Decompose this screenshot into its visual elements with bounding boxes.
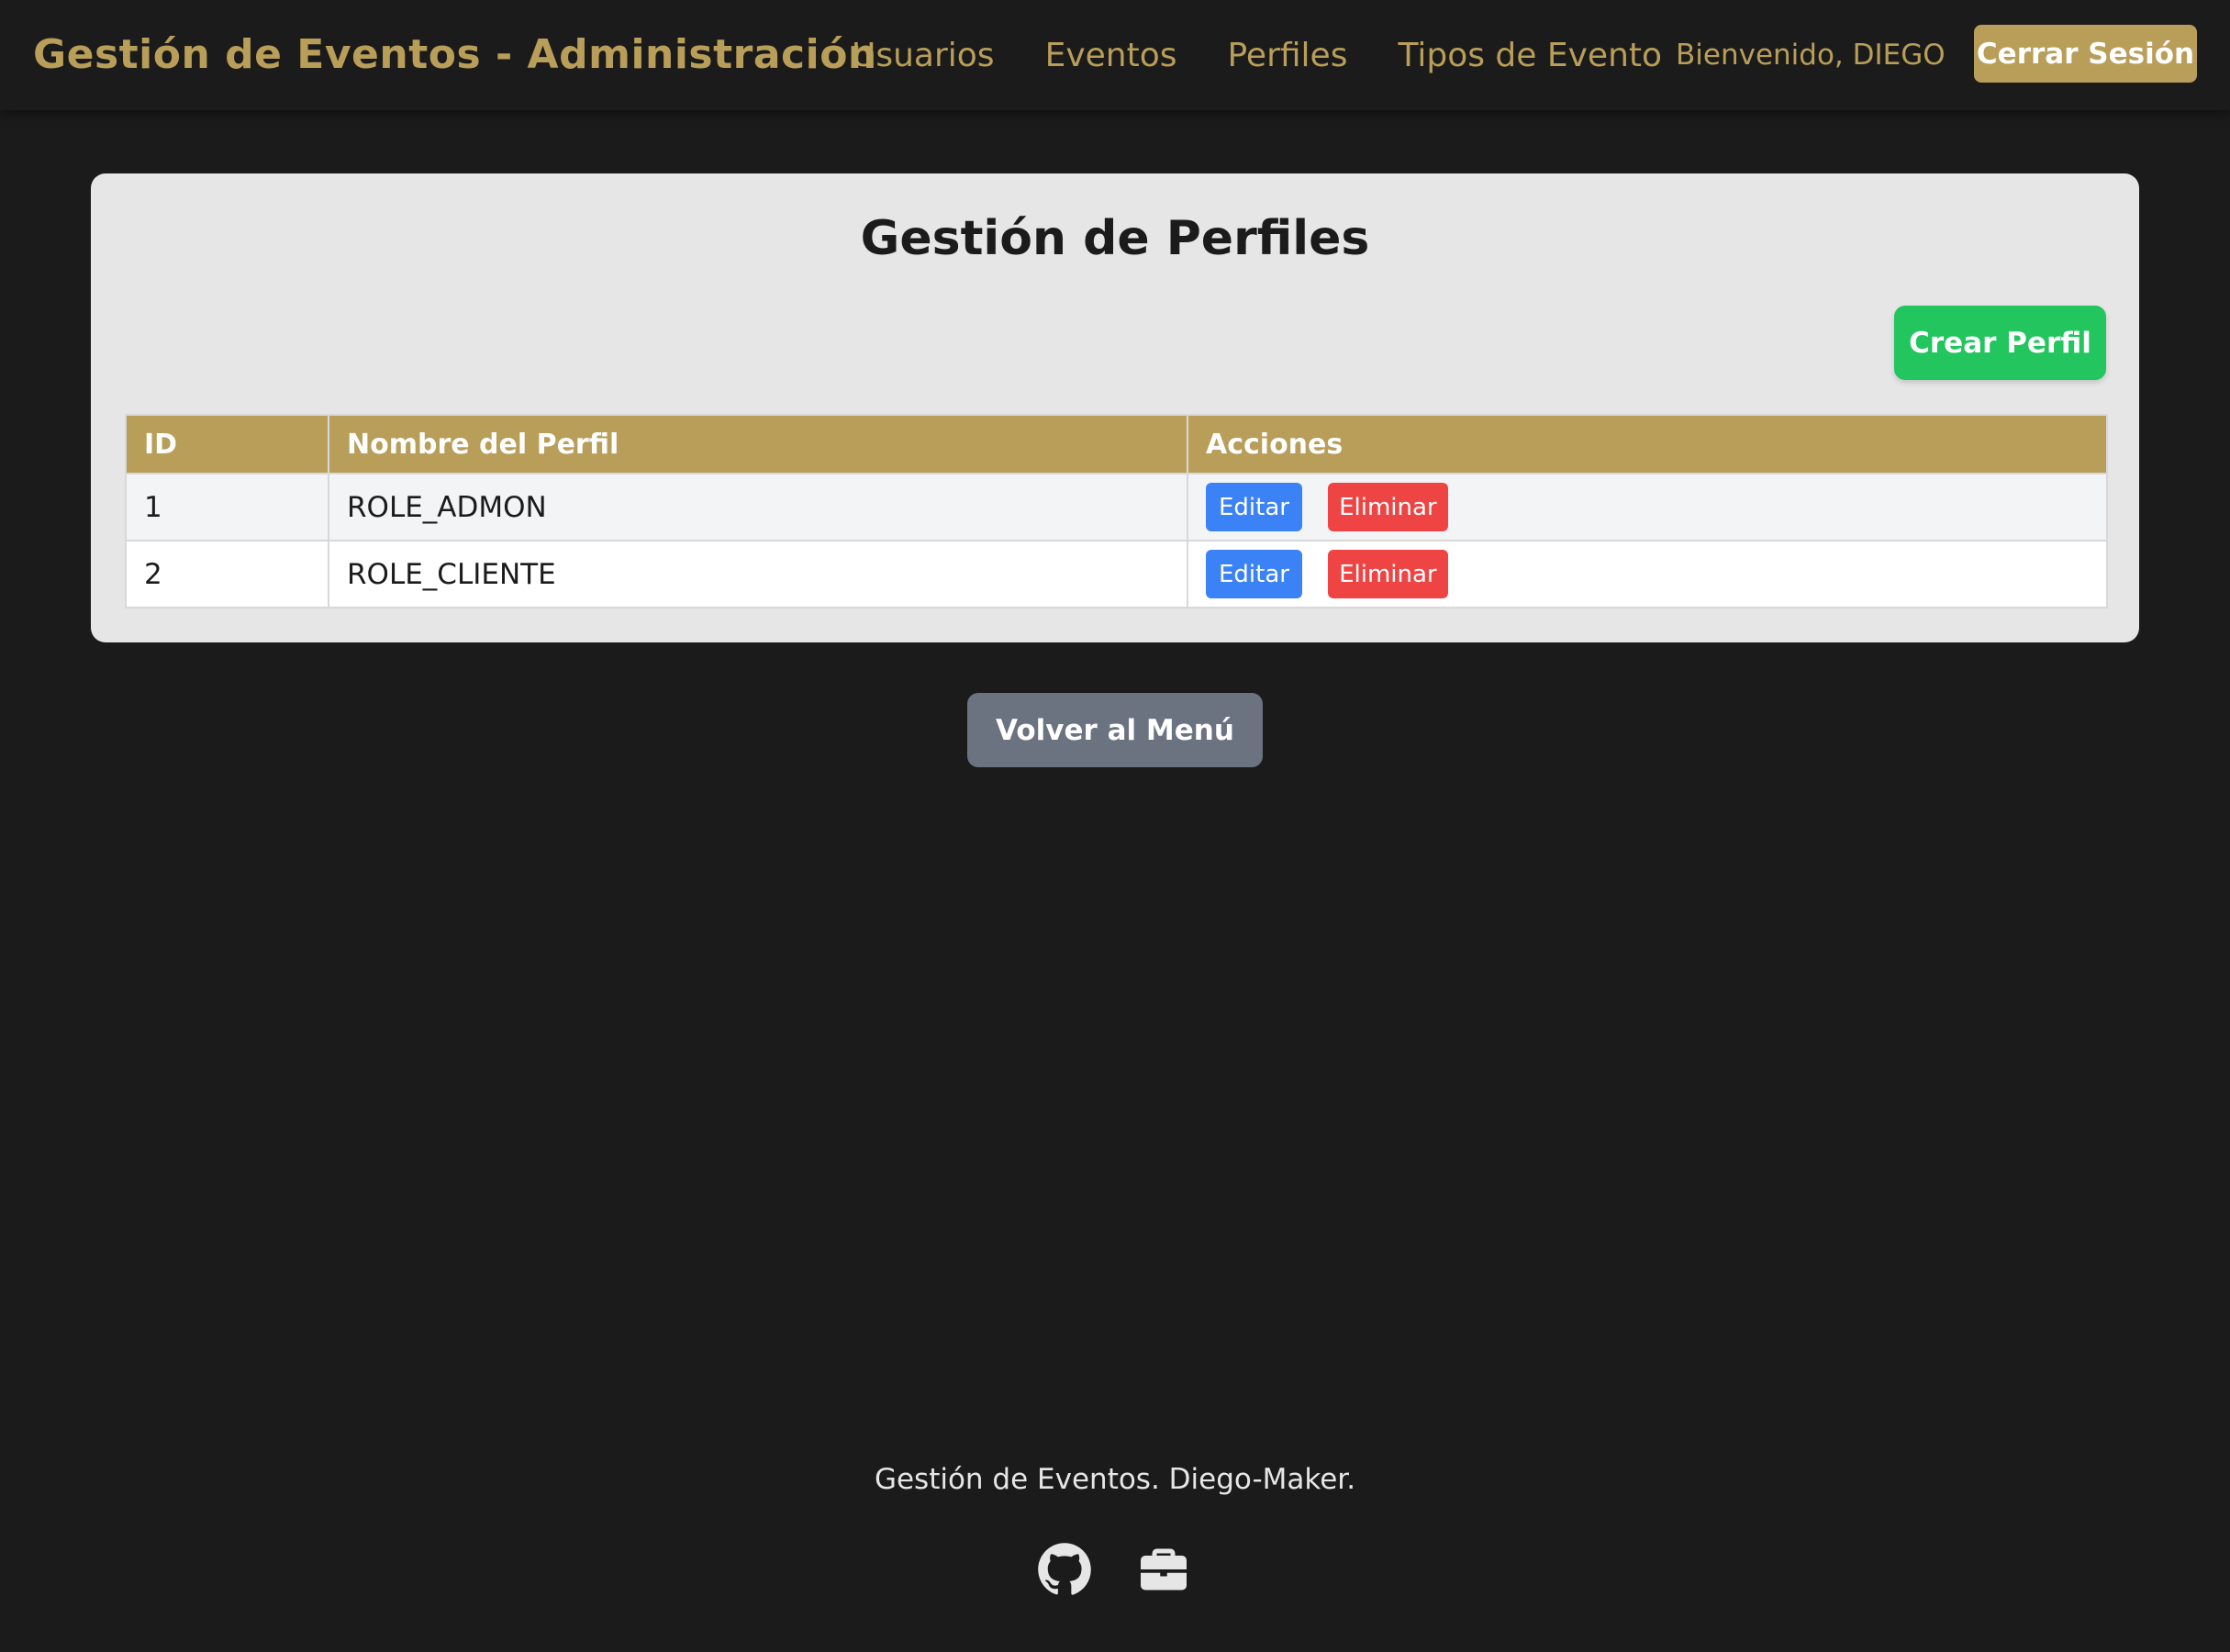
column-header-name: Nombre del Perfil	[328, 414, 1188, 474]
table-header-row: ID Nombre del Perfil Acciones	[125, 414, 2108, 474]
cell-profile-name: ROLE_ADMON	[328, 473, 1188, 541]
top-navbar: Gestión de Eventos - Administración Usua…	[0, 0, 2230, 110]
table-row: 2 ROLE_CLIENTE Editar Eliminar	[125, 540, 2108, 608]
profiles-table: ID Nombre del Perfil Acciones 1 ROLE_ADM…	[125, 414, 2108, 608]
cell-id: 2	[125, 540, 329, 608]
column-header-id: ID	[125, 414, 329, 474]
column-header-actions: Acciones	[1187, 414, 2108, 474]
nav-perfiles[interactable]: Perfiles	[1228, 37, 1348, 74]
delete-button[interactable]: Eliminar	[1327, 550, 1448, 598]
table-row: 1 ROLE_ADMON Editar Eliminar	[125, 473, 2108, 541]
edit-button[interactable]: Editar	[1206, 483, 1302, 531]
delete-button[interactable]: Eliminar	[1327, 483, 1448, 531]
cell-actions: Editar Eliminar	[1187, 540, 2108, 608]
cell-id: 1	[125, 473, 329, 541]
nav-eventos[interactable]: Eventos	[1045, 37, 1177, 74]
edit-button[interactable]: Editar	[1206, 550, 1302, 598]
cell-actions: Editar Eliminar	[1187, 473, 2108, 541]
page-title: Gestión de Perfiles	[860, 211, 1370, 266]
user-welcome: Bienvenido, DIEGO |	[1676, 0, 2007, 110]
back-to-menu-button[interactable]: Volver al Menú	[967, 693, 1263, 767]
github-icon[interactable]	[1037, 1542, 1092, 1597]
nav-tipos-de-evento[interactable]: Tipos de Evento	[1398, 37, 1662, 74]
main-nav: Usuarios Eventos Perfiles Tipos de Event…	[852, 0, 1712, 110]
briefcase-icon[interactable]	[1136, 1542, 1191, 1597]
cell-profile-name: ROLE_CLIENTE	[328, 540, 1188, 608]
logout-button[interactable]: Cerrar Sesión	[1974, 25, 2197, 83]
create-profile-button[interactable]: Crear Perfil	[1894, 306, 2106, 380]
nav-usuarios[interactable]: Usuarios	[852, 37, 995, 74]
footer-text: Gestión de Eventos. Diego-Maker.	[874, 1463, 1356, 1496]
footer-icons	[1037, 1542, 1193, 1597]
app-brand[interactable]: Gestión de Eventos - Administración	[33, 0, 877, 110]
welcome-text: Bienvenido, DIEGO	[1676, 39, 1946, 72]
